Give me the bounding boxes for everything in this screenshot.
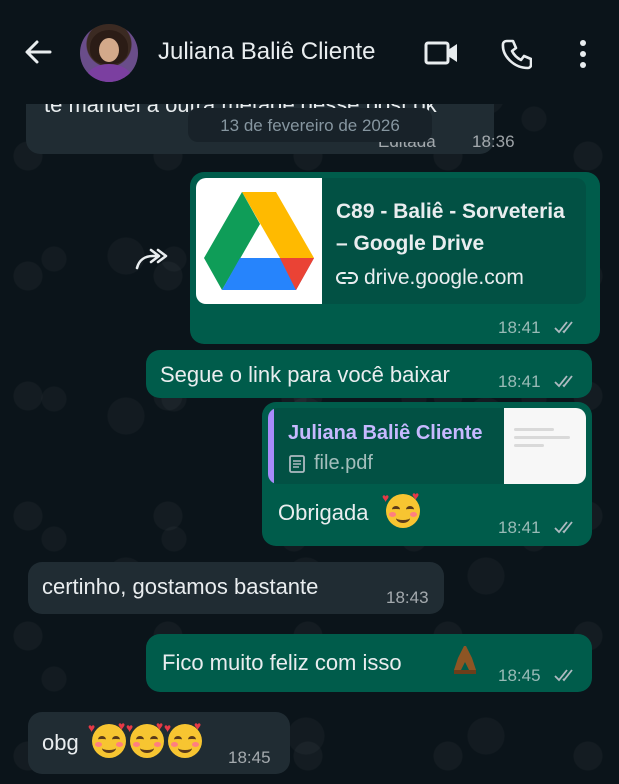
message-text: Fico muito feliz com isso [162,650,402,675]
message-bubble-outgoing[interactable]: Segue o link para você baixar 18:41 [146,350,592,398]
reply-file-thumbnail [504,408,586,484]
smiling-face-with-hearts-emoji: ♥ ♥ [164,720,202,758]
document-icon [289,455,305,473]
date-separator-label: 13 de fevereiro de 2026 [220,116,400,135]
arrow-left-icon[interactable] [22,36,54,68]
video-call-icon[interactable] [424,38,460,68]
reply-file-name: file.pdf [314,452,373,474]
message-time: 18:43 [386,588,429,607]
message-text: certinho, gostamos bastante [42,574,319,599]
reply-author: Juliana Baliê Cliente [288,422,483,444]
reply-quote[interactable]: Juliana Baliê Cliente file.pdf [268,408,586,484]
message-time: 18:41 [498,318,541,337]
folded-hands-emoji [454,646,476,674]
message-bubble-incoming[interactable]: certinho, gostamos bastante 18:43 [28,562,444,614]
forward-icon[interactable] [134,246,170,272]
smiling-face-with-hearts-emoji: ♥ ♥ [382,490,420,528]
reply-accent-bar [268,408,274,484]
link-preview-card[interactable]: C89 - Baliê - Sorveteria – Google Drive … [196,178,586,304]
message-text: Segue o link para você baixar [160,362,450,387]
google-drive-icon [204,192,314,290]
message-time: 18:36 [472,132,515,151]
message-text: Obrigada [278,500,369,525]
message-time: 18:45 [498,666,541,685]
more-vert-icon[interactable] [576,38,590,70]
link-thumbnail [196,178,322,304]
message-time: 18:41 [498,518,541,537]
read-ticks-icon [554,375,573,388]
read-ticks-icon [554,669,573,682]
date-separator: 13 de fevereiro de 2026 [188,108,432,142]
contact-avatar[interactable] [80,24,138,82]
message-time: 18:41 [498,372,541,391]
message-time: 18:45 [228,748,271,767]
read-ticks-icon [554,521,573,534]
contact-name[interactable]: Juliana Baliê Cliente [158,38,375,66]
smiling-face-with-hearts-emoji: ♥ ♥ [126,720,164,758]
link-title-line1: C89 - Baliê - Sorveteria [336,200,565,223]
read-ticks-icon [554,321,573,334]
phone-call-icon[interactable] [500,38,532,70]
link-title-line2: – Google Drive [336,232,485,255]
link-domain[interactable]: drive.google.com [364,266,524,290]
chat-header: Juliana Baliê Cliente [0,0,619,104]
link-icon [336,272,358,284]
smiling-face-with-hearts-emoji: ♥ ♥ [88,720,126,758]
message-bubble-incoming[interactable]: obg ♥ ♥ ♥ ♥ ♥ ♥ 18:45 [28,712,290,774]
message-bubble-outgoing[interactable]: Fico muito feliz com isso 18:45 [146,634,592,692]
message-text: obg [42,730,79,755]
